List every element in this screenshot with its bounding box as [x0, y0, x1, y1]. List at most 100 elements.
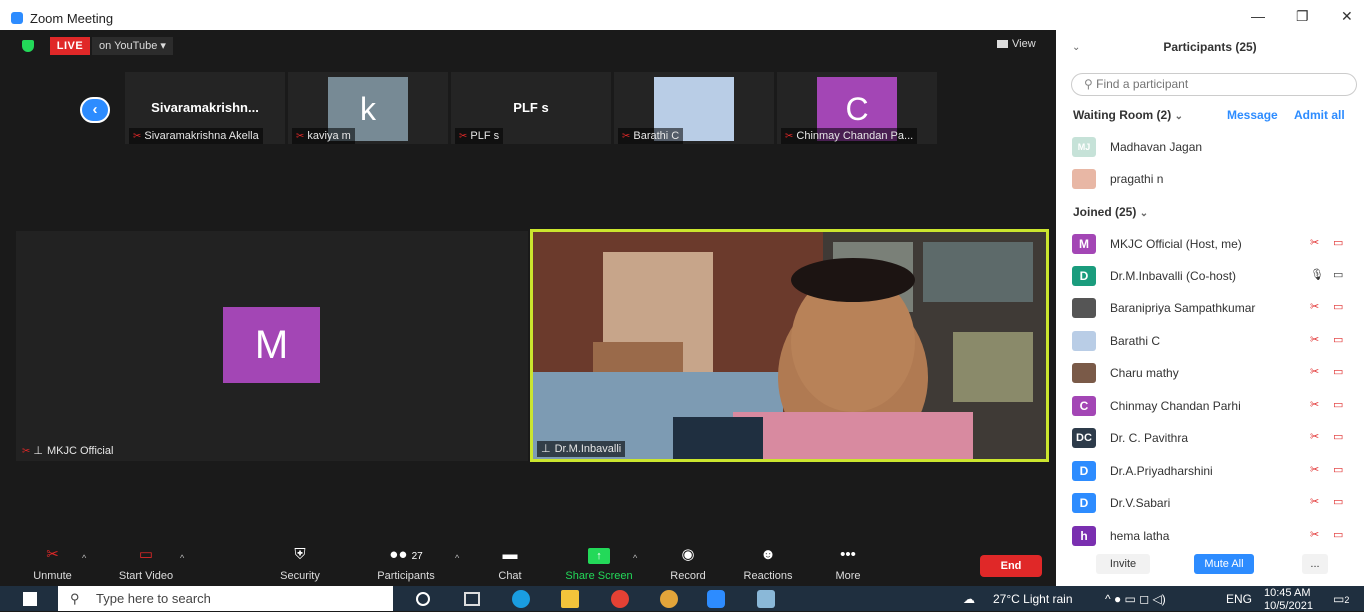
muted-mic-icon[interactable]: ✂: [1310, 528, 1319, 541]
live-badge[interactable]: LIVE: [50, 37, 90, 55]
video-thumbnail[interactable]: k ✂ kaviya m: [288, 72, 448, 144]
participant-name: Dr. C. Pavithra: [1110, 431, 1189, 445]
video-off-icon[interactable]: ▭: [1333, 236, 1343, 249]
video-off-icon[interactable]: ▭: [1333, 463, 1343, 476]
more-options-button[interactable]: ...: [1302, 554, 1328, 574]
live-destination-dropdown[interactable]: on YouTube ▾: [92, 37, 173, 55]
security-shield-icon[interactable]: [22, 40, 34, 52]
speaker-avatar: M: [223, 307, 320, 383]
participant-row[interactable]: Baranipriya Sampathkumar ✂ ▭: [1072, 294, 1356, 320]
unmute-button[interactable]: ✂ Unmute: [25, 538, 80, 582]
muted-mic-icon[interactable]: ✂: [1310, 398, 1319, 411]
muted-mic-icon[interactable]: ✂: [1310, 236, 1319, 249]
video-off-icon[interactable]: ▭: [1333, 398, 1343, 411]
clock-time[interactable]: 10:45 AM: [1264, 587, 1310, 599]
muted-mic-icon[interactable]: ✂: [1310, 333, 1319, 346]
weather-text[interactable]: 27°C Light rain: [993, 592, 1073, 606]
participants-button[interactable]: ●● 27 Participants: [370, 538, 442, 582]
video-off-icon[interactable]: ▭: [1333, 495, 1343, 508]
minimize-button[interactable]: —: [1251, 8, 1265, 24]
cortana-icon[interactable]: [416, 592, 430, 606]
view-button[interactable]: View: [997, 38, 1036, 50]
more-button[interactable]: ••• More: [826, 538, 870, 582]
chat-button[interactable]: ▬ Chat: [490, 538, 530, 582]
restore-button[interactable]: ❐: [1296, 8, 1309, 25]
close-button[interactable]: ✕: [1341, 8, 1353, 25]
participant-row[interactable]: D Dr.V.Sabari ✂ ▭: [1072, 489, 1356, 515]
participant-name: Dr.M.Inbavalli (Co-host): [1110, 269, 1237, 283]
record-button[interactable]: ◉ Record: [665, 538, 711, 582]
system-tray-icons[interactable]: ^ ● ▭ ◻ ◁): [1105, 592, 1166, 606]
clock-date[interactable]: 10/5/2021: [1264, 600, 1313, 612]
message-button[interactable]: Message: [1227, 108, 1278, 122]
video-thumbnail[interactable]: PLF s ✂ PLF s: [451, 72, 611, 144]
video-thumbnail[interactable]: ✂ Barathi C: [614, 72, 774, 144]
participant-row[interactable]: D Dr.M.Inbavalli (Co-host) 🎙 ▭: [1072, 262, 1356, 288]
language-indicator[interactable]: ENG: [1226, 592, 1252, 606]
muted-mic-icon[interactable]: ✂: [1310, 463, 1319, 476]
share-options-chevron-icon[interactable]: ^: [633, 553, 637, 563]
record-icon: ◉: [681, 546, 695, 563]
participants-panel: ⌄ Participants (25) ⚲ Waiting Room (2) ⌄…: [1056, 30, 1364, 586]
video-off-icon[interactable]: ▭: [1333, 365, 1343, 378]
zoom-taskbar-icon[interactable]: [707, 590, 725, 608]
share-screen-button[interactable]: ↑ Share Screen: [560, 538, 638, 582]
waiting-room-toggle[interactable]: Waiting Room (2) ⌄: [1073, 108, 1183, 122]
audio-options-chevron-icon[interactable]: ^: [82, 553, 86, 563]
chrome-profile-icon[interactable]: [660, 590, 678, 608]
taskbar-search[interactable]: ⚲ Type here to search: [58, 586, 393, 611]
participant-row[interactable]: h hema latha ✂ ▭: [1072, 522, 1356, 548]
joined-toggle[interactable]: Joined (25) ⌄: [1073, 205, 1148, 219]
notifications-icon[interactable]: ▭2: [1333, 592, 1349, 606]
participant-name: Chinmay Chandan Parhi: [1110, 399, 1241, 413]
participant-name: pragathi n: [1110, 172, 1164, 186]
chat-icon: ▬: [502, 546, 518, 563]
participants-chevron-icon[interactable]: ^: [455, 553, 459, 563]
speaker-tile[interactable]: M ✂ ⊥ MKJC Official: [16, 231, 528, 461]
security-button[interactable]: ⛨ Security: [270, 538, 330, 582]
edge-icon[interactable]: [512, 590, 530, 608]
task-view-icon[interactable]: [464, 592, 480, 606]
video-icon[interactable]: ▭: [1333, 268, 1343, 281]
reactions-button[interactable]: ☻ Reactions: [738, 538, 798, 582]
video-options-chevron-icon[interactable]: ^: [180, 553, 184, 563]
previous-page-button[interactable]: ‹: [80, 97, 110, 123]
grid-view-icon: [997, 40, 1008, 48]
meeting-toolbar: ✂ Unmute ^ ▭ Start Video ^ ⛨ Security ●● 27…: [0, 538, 1056, 586]
video-off-icon[interactable]: ▭: [1333, 430, 1343, 443]
muted-mic-icon[interactable]: ✂: [1310, 300, 1319, 313]
participant-row[interactable]: DC Dr. C. Pavithra ✂ ▭: [1072, 424, 1356, 450]
windows-start-icon[interactable]: [23, 592, 37, 606]
participant-row[interactable]: D Dr.A.Priyadharshini ✂ ▭: [1072, 457, 1356, 483]
waiting-participant[interactable]: pragathi n: [1072, 165, 1356, 191]
avatar: MJ: [1072, 137, 1096, 157]
participant-search[interactable]: ⚲: [1071, 73, 1357, 96]
muted-mic-icon[interactable]: ✂: [1310, 365, 1319, 378]
muted-mic-icon[interactable]: ✂: [1310, 495, 1319, 508]
active-video-tile[interactable]: ⊥ Dr.M.Inbavalli: [530, 229, 1049, 462]
app-taskbar-icon[interactable]: [757, 590, 775, 608]
mute-all-button[interactable]: Mute All: [1194, 554, 1254, 574]
mic-icon[interactable]: 🎙: [1310, 268, 1324, 281]
participant-row[interactable]: Charu mathy ✂ ▭: [1072, 359, 1356, 385]
video-label: Dr.M.Inbavalli: [554, 443, 622, 455]
video-thumbnail[interactable]: C ✂ Chinmay Chandan Pa...: [777, 72, 937, 144]
participant-row[interactable]: C Chinmay Chandan Parhi ✂ ▭: [1072, 392, 1356, 418]
video-off-icon[interactable]: ▭: [1333, 333, 1343, 346]
speaker-label: MKJC Official: [46, 445, 114, 457]
waiting-participant[interactable]: MJ Madhavan Jagan: [1072, 133, 1356, 159]
end-meeting-button[interactable]: End: [980, 555, 1042, 577]
invite-button[interactable]: Invite: [1096, 554, 1150, 574]
avatar: D: [1072, 461, 1096, 481]
chrome-icon[interactable]: [611, 590, 629, 608]
video-off-icon[interactable]: ▭: [1333, 528, 1343, 541]
muted-mic-icon[interactable]: ✂: [1310, 430, 1319, 443]
participant-row[interactable]: Barathi C ✂ ▭: [1072, 327, 1356, 353]
search-input[interactable]: [1096, 74, 1317, 95]
video-off-icon[interactable]: ▭: [1333, 300, 1343, 313]
participant-row[interactable]: M MKJC Official (Host, me) ✂ ▭: [1072, 230, 1356, 256]
video-thumbnail[interactable]: Sivaramakrishn... ✂ Sivaramakrishna Akell…: [125, 72, 285, 144]
start-video-button[interactable]: ▭ Start Video: [110, 538, 182, 582]
admit-all-button[interactable]: Admit all: [1294, 108, 1345, 122]
file-explorer-icon[interactable]: [561, 590, 579, 608]
